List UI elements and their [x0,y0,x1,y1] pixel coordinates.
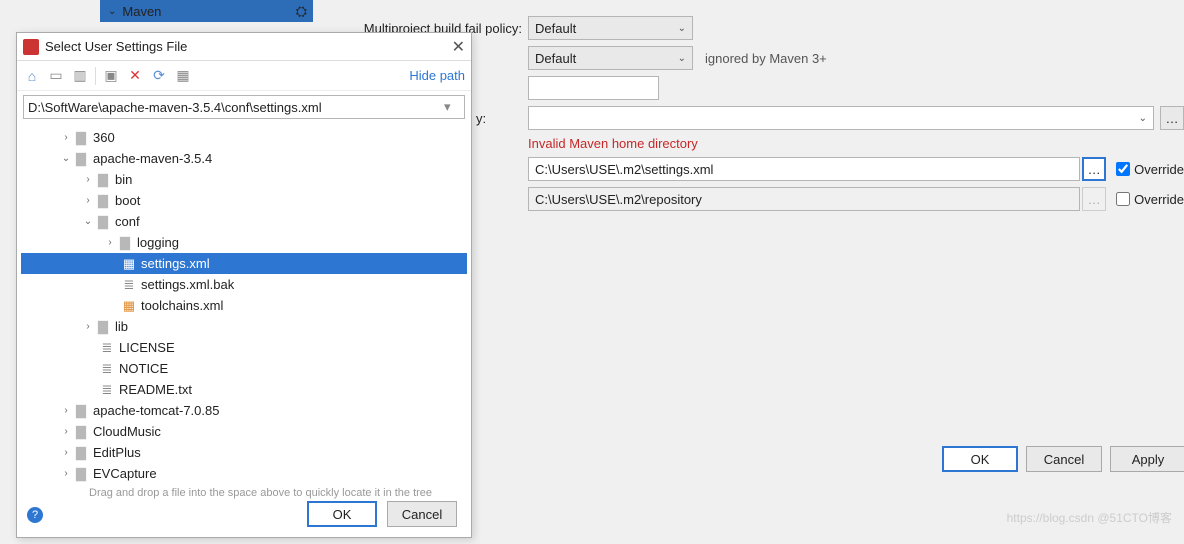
sidebar-label: Maven [122,4,161,19]
refresh-icon[interactable]: ⟳ [150,67,168,85]
browse-user-settings-button[interactable]: … [1082,157,1106,181]
file-tree[interactable]: ›▇360 ⌄▇apache-maven-3.5.4 ›▇bin ›▇boot … [17,123,471,483]
gear-icon[interactable]: ⛭ [296,3,307,20]
tree-file[interactable]: ≣settings.xml.bak [21,274,467,295]
tree-file[interactable]: ≣NOTICE [21,358,467,379]
error-message: Invalid Maven home directory [528,136,1184,151]
override-user-settings-checkbox[interactable]: Override [1116,162,1184,177]
drag-drop-hint: Drag and drop a file into the space abov… [17,483,471,503]
new-folder-icon[interactable]: ▣ [102,67,120,85]
tree-file[interactable]: ≣LICENSE [21,337,467,358]
small-input[interactable] [528,76,659,100]
tree-folder[interactable]: ›▇logging [21,232,467,253]
tree-folder[interactable]: ›▇EditPlus [21,442,467,463]
history-icon[interactable]: ▾ [444,99,460,115]
apply-button[interactable]: Apply [1110,446,1184,472]
local-repo-input: C:\Users\USE\.m2\repository [528,187,1080,211]
policy-dropdown[interactable]: Default⌄ [528,16,693,40]
tree-file[interactable]: ≣README.txt [21,379,467,400]
project-icon[interactable]: ▥ [71,67,89,85]
dialog-cancel-button[interactable]: Cancel [387,501,457,527]
secondary-dropdown[interactable]: Default⌄ [528,46,693,70]
tree-folder[interactable]: ⌄▇conf [21,211,467,232]
watermark: https://blog.csdn @51CTO博客 [1007,509,1172,526]
user-settings-input[interactable]: C:\Users\USE\.m2\settings.xml [528,157,1080,181]
chevron-down-icon: ⌄ [678,53,686,64]
show-hidden-icon[interactable]: ▦ [174,67,192,85]
sidebar-item-maven[interactable]: ⌄ Maven ⛭ [100,0,313,22]
dialog-titlebar: Select User Settings File ✕ [17,33,471,61]
app-icon [23,39,39,55]
chevron-down-icon: ⌄ [1139,113,1147,124]
file-chooser-dialog: Select User Settings File ✕ ⌂ ▭ ▥ ▣ ✕ ⟳ … [16,32,472,538]
dialog-ok-button[interactable]: OK [307,501,377,527]
browse-local-repo-button: … [1082,187,1106,211]
hide-path-link[interactable]: Hide path [409,68,465,83]
dialog-toolbar: ⌂ ▭ ▥ ▣ ✕ ⟳ ▦ Hide path [17,61,471,91]
tree-folder[interactable]: ›▇EVCapture [21,463,467,483]
browse-button[interactable]: … [1160,106,1184,130]
close-icon[interactable]: ✕ [452,37,465,57]
dialog-main-buttons: OK Cancel Apply [942,446,1184,472]
tree-folder[interactable]: ›▇apache-tomcat-7.0.85 [21,400,467,421]
dialog-buttons: OK Cancel [307,501,457,527]
desktop-icon[interactable]: ▭ [47,67,65,85]
cancel-button[interactable]: Cancel [1026,446,1102,472]
maven-home-dropdown[interactable]: ⌄ [528,106,1154,130]
override-local-repo-checkbox[interactable]: Override [1116,192,1184,207]
tree-folder[interactable]: ›▇lib [21,316,467,337]
tree-folder[interactable]: ›▇bin [21,169,467,190]
path-input-box[interactable]: ▾ [23,95,465,119]
path-input[interactable] [28,100,440,115]
home-icon[interactable]: ⌂ [23,67,41,85]
help-icon[interactable]: ? [27,507,43,523]
tree-folder[interactable]: ›▇CloudMusic [21,421,467,442]
ok-button[interactable]: OK [942,446,1018,472]
tree-folder[interactable]: ⌄▇apache-maven-3.5.4 [21,148,467,169]
tree-folder[interactable]: ›▇boot [21,190,467,211]
chevron-down-icon: ⌄ [108,6,116,17]
tree-folder[interactable]: ›▇360 [21,127,467,148]
dialog-title: Select User Settings File [45,39,187,54]
delete-icon[interactable]: ✕ [126,67,144,85]
chevron-down-icon: ⌄ [678,23,686,34]
tree-file[interactable]: ▦toolchains.xml [21,295,467,316]
tree-file-selected[interactable]: ▦settings.xml [21,253,467,274]
ignored-note: ignored by Maven 3+ [705,51,827,66]
